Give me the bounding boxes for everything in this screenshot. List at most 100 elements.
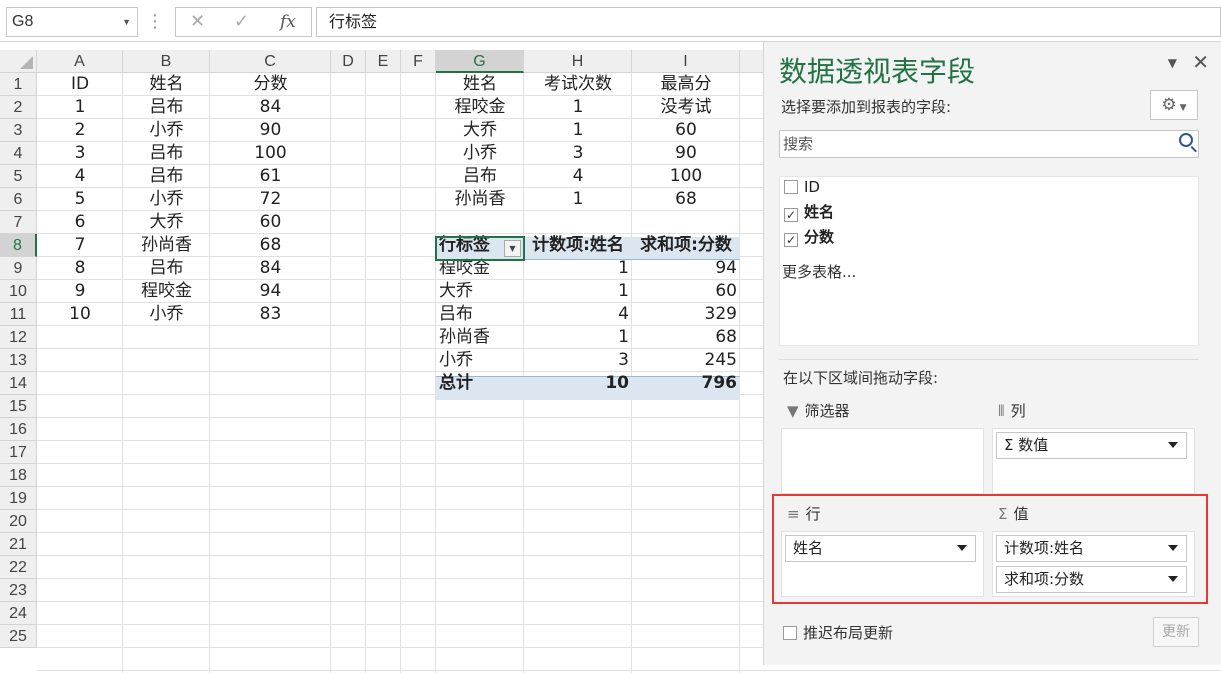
source-cell[interactable]: 90 xyxy=(210,119,331,142)
field-item-name[interactable]: ✓ 姓名 xyxy=(784,202,834,222)
pivot-cell[interactable]: 1 xyxy=(524,326,632,349)
summary-cell[interactable]: 90 xyxy=(632,142,740,165)
col-header-a[interactable]: A xyxy=(37,50,123,73)
source-cell[interactable]: 2 xyxy=(37,119,123,142)
source-cell[interactable]: 84 xyxy=(210,96,331,119)
chevron-down-icon[interactable]: ▼ xyxy=(122,8,131,36)
insert-function-icon[interactable]: fx xyxy=(280,8,296,36)
source-cell[interactable]: 5 xyxy=(37,188,123,211)
col-header-b[interactable]: B xyxy=(123,50,210,73)
row-header[interactable]: 21 xyxy=(0,533,37,556)
pivot-cell[interactable]: 小乔 xyxy=(436,349,524,372)
pivot-cell[interactable]: 1 xyxy=(524,257,632,280)
row-header[interactable]: 8 xyxy=(0,234,37,257)
source-cell[interactable]: 100 xyxy=(210,142,331,165)
pivot-header-cell[interactable]: 计数项:姓名 xyxy=(524,234,632,257)
row-header[interactable]: 15 xyxy=(0,395,37,418)
source-header-cell[interactable]: 姓名 xyxy=(123,73,210,96)
field-item-id[interactable]: ID xyxy=(784,177,820,197)
source-cell[interactable]: 10 xyxy=(37,303,123,326)
row-header[interactable]: 7 xyxy=(0,211,37,234)
defer-layout-update[interactable]: 推迟布局更新 xyxy=(783,622,893,643)
source-cell[interactable]: 7 xyxy=(37,234,123,257)
source-cell[interactable]: 小乔 xyxy=(123,188,210,211)
pivot-cell[interactable]: 68 xyxy=(632,326,740,349)
field-search-input[interactable]: 搜索 xyxy=(779,130,1199,158)
formula-input[interactable]: 行标签 xyxy=(316,7,1221,37)
pivot-cell[interactable]: 329 xyxy=(632,303,740,326)
pivot-cell[interactable]: 吕布 xyxy=(436,303,524,326)
row-header[interactable]: 9 xyxy=(0,257,37,280)
source-cell[interactable]: 吕布 xyxy=(123,165,210,188)
source-cell[interactable]: 3 xyxy=(37,142,123,165)
source-cell[interactable]: 84 xyxy=(210,257,331,280)
checkbox-score[interactable]: ✓ xyxy=(784,233,798,247)
row-label-filter-button[interactable]: ▼ xyxy=(504,240,521,257)
name-box[interactable]: G8 ▼ xyxy=(6,7,138,37)
source-cell[interactable]: 61 xyxy=(210,165,331,188)
col-header-c[interactable]: C xyxy=(210,50,331,73)
source-cell[interactable]: 6 xyxy=(37,211,123,234)
pivot-cell[interactable]: 大乔 xyxy=(436,280,524,303)
source-cell[interactable]: 8 xyxy=(37,257,123,280)
checkbox-id[interactable] xyxy=(784,180,798,194)
row-header[interactable]: 13 xyxy=(0,349,37,372)
row-header[interactable]: 12 xyxy=(0,326,37,349)
pivot-cell[interactable]: 94 xyxy=(632,257,740,280)
summary-cell[interactable]: 大乔 xyxy=(436,119,524,142)
row-header[interactable]: 3 xyxy=(0,119,37,142)
summary-cell[interactable]: 小乔 xyxy=(436,142,524,165)
close-icon[interactable]: ✕ xyxy=(1192,50,1209,74)
col-header-g[interactable]: G xyxy=(436,50,524,73)
col-header-i[interactable]: I xyxy=(632,50,740,73)
col-header-e[interactable]: E xyxy=(366,50,401,73)
row-header[interactable]: 22 xyxy=(0,556,37,579)
pivot-cell[interactable]: 60 xyxy=(632,280,740,303)
field-item-score[interactable]: ✓ 分数 xyxy=(784,227,834,247)
row-header[interactable]: 23 xyxy=(0,579,37,602)
source-cell[interactable]: 小乔 xyxy=(123,303,210,326)
summary-cell[interactable]: 100 xyxy=(632,165,740,188)
filters-drop-zone[interactable] xyxy=(781,428,984,494)
summary-cell[interactable]: 1 xyxy=(524,96,632,119)
checkbox-name[interactable]: ✓ xyxy=(784,208,798,222)
pivot-cell[interactable]: 4 xyxy=(524,303,632,326)
source-cell[interactable]: 吕布 xyxy=(123,257,210,280)
row-header[interactable]: 5 xyxy=(0,165,37,188)
row-header[interactable]: 4 xyxy=(0,142,37,165)
cancel-icon[interactable]: ✕ xyxy=(190,8,205,36)
pivot-total-cell[interactable]: 10 xyxy=(524,372,632,395)
row-header[interactable]: 11 xyxy=(0,303,37,326)
columns-chip-values[interactable]: Σ 数值 xyxy=(996,432,1187,459)
source-header-cell[interactable]: 分数 xyxy=(210,73,331,96)
row-header[interactable]: 24 xyxy=(0,602,37,625)
summary-cell[interactable]: 没考试 xyxy=(632,96,740,119)
summary-header-cell[interactable]: 最高分 xyxy=(632,73,740,96)
source-cell[interactable]: 72 xyxy=(210,188,331,211)
source-cell[interactable]: 吕布 xyxy=(123,96,210,119)
pivot-cell[interactable]: 孙尚香 xyxy=(436,326,524,349)
row-header[interactable]: 25 xyxy=(0,625,37,648)
source-cell[interactable]: 大乔 xyxy=(123,211,210,234)
source-header-cell[interactable]: ID xyxy=(37,73,123,96)
summary-cell[interactable]: 60 xyxy=(632,119,740,142)
row-header[interactable]: 20 xyxy=(0,510,37,533)
enter-icon[interactable]: ✓ xyxy=(234,8,249,36)
source-cell[interactable]: 83 xyxy=(210,303,331,326)
row-header[interactable]: 2 xyxy=(0,96,37,119)
tools-button[interactable]: ⚙ ▼ xyxy=(1150,90,1198,120)
summary-cell[interactable]: 吕布 xyxy=(436,165,524,188)
source-cell[interactable]: 94 xyxy=(210,280,331,303)
summary-cell[interactable]: 程咬金 xyxy=(436,96,524,119)
row-header[interactable]: 14 xyxy=(0,372,37,395)
row-header[interactable]: 6 xyxy=(0,188,37,211)
summary-header-cell[interactable]: 姓名 xyxy=(436,73,524,96)
row-header[interactable]: 19 xyxy=(0,487,37,510)
source-cell[interactable]: 68 xyxy=(210,234,331,257)
row-header[interactable]: 17 xyxy=(0,441,37,464)
pivot-total-cell[interactable]: 总计 xyxy=(436,372,524,395)
row-header[interactable]: 16 xyxy=(0,418,37,441)
columns-drop-zone[interactable]: Σ 数值 xyxy=(992,428,1195,494)
pivot-cell[interactable]: 3 xyxy=(524,349,632,372)
pivot-header-cell[interactable]: 求和项:分数 xyxy=(632,234,740,257)
